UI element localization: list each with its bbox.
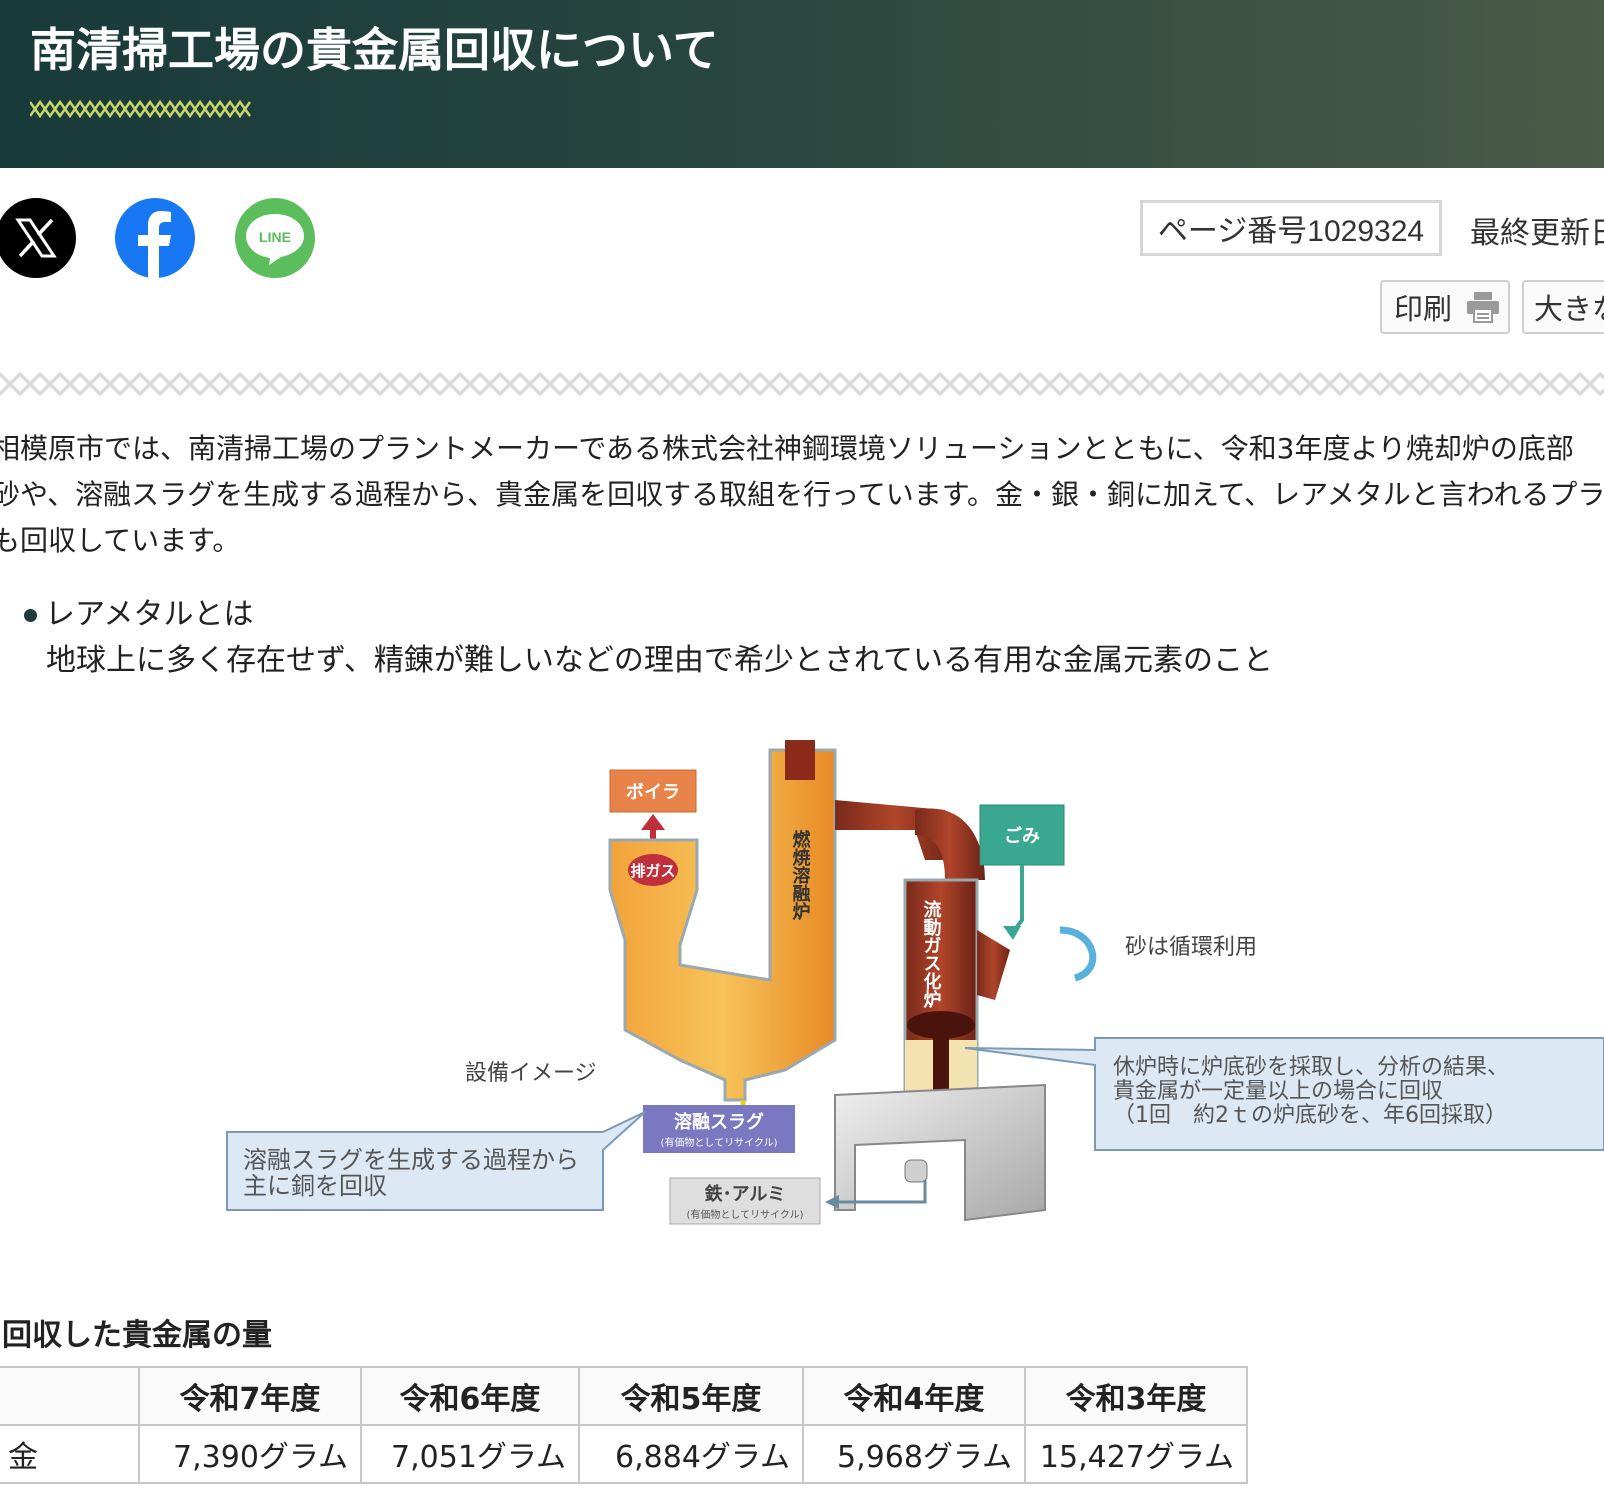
bullet-icon bbox=[24, 609, 37, 622]
exhaust-gas-label: 排ガス bbox=[630, 862, 675, 880]
print-button[interactable]: 印刷 bbox=[1380, 280, 1510, 334]
table-cell: 15,427グラム bbox=[1024, 1424, 1248, 1484]
molten-slag-box: 溶融スラグ (有価物としてリサイクル) bbox=[643, 1105, 795, 1153]
table-cell: 5,968グラム bbox=[802, 1424, 1026, 1484]
sand-recycle-label: 砂は循環利用 bbox=[1125, 935, 1257, 960]
printer-icon bbox=[1467, 292, 1500, 323]
combustion-furnace-label: 燃焼溶融炉 bbox=[790, 829, 811, 921]
table-header-cell: 令和4年度 bbox=[802, 1366, 1026, 1426]
intro-line: 相模原市では、南清掃工場のプラントメーカーである株式会社神鋼環境ソリューションと… bbox=[0, 432, 1574, 465]
table-header-cell: 令和3年度 bbox=[1024, 1366, 1248, 1426]
line-logo-text: LINE bbox=[259, 229, 291, 245]
rare-metal-description: 地球上に多く存在せず、精錬が難しいなどの理由で希少とされている有用な金属元素のこ… bbox=[46, 643, 1273, 678]
table-cell: 6,884グラム bbox=[578, 1424, 804, 1484]
table-header-cell: 令和7年度 bbox=[138, 1366, 362, 1426]
share-facebook-button[interactable] bbox=[115, 198, 195, 278]
table-row: 金 7,390グラム 7,051グラム 6,884グラム 5,968グラム 15… bbox=[0, 1424, 1248, 1484]
left-callout-line-2: 主に銅を回収 bbox=[243, 1172, 387, 1200]
last-updated-label: 最終更新日 bbox=[1470, 216, 1604, 251]
recycle-arrow-icon bbox=[1059, 926, 1097, 982]
boiler-label: ボイラ bbox=[626, 782, 680, 803]
gasification-furnace-label: 流動ガス化炉 bbox=[921, 899, 942, 1009]
intro-paragraph: 相模原市では、南清掃工場のプラントメーカーである株式会社神鋼環境ソリューションと… bbox=[0, 426, 1604, 564]
text-size-button-label: 大きな bbox=[1534, 292, 1604, 326]
text-size-button[interactable]: 大きな bbox=[1522, 280, 1604, 334]
molten-slag-note: (有価物としてリサイクル) bbox=[660, 1136, 777, 1149]
page-title: 南清掃工場の貴金属回収について bbox=[30, 23, 719, 77]
page-header: 南清掃工場の貴金属回収について bbox=[0, 0, 1604, 168]
recovered-amount-title: 回収した貴金属の量 bbox=[2, 1318, 272, 1353]
boiler-box: ボイラ bbox=[609, 769, 697, 813]
table-header-row: 令和7年度 令和6年度 令和5年度 令和4年度 令和3年度 bbox=[0, 1366, 1248, 1426]
intro-line: 砂や、溶融スラグを生成する過程から、貴金属を回収する取組を行っています。金・銀・… bbox=[0, 478, 1604, 511]
right-callout-line-3: （1回 約2ｔの炉底砂を、年6回採取） bbox=[1113, 1103, 1507, 1128]
right-callout-line-2: 貴金属が一定量以上の場合に回収 bbox=[1113, 1079, 1443, 1104]
rare-metal-definition: レアメタルとは 地球上に多く存在せず、精錬が難しいなどの理由で希少とされている有… bbox=[24, 592, 1273, 684]
table-row-label: 金 bbox=[0, 1424, 140, 1484]
line-logo-icon: LINE bbox=[246, 214, 304, 265]
right-callout: 休炉時に炉底砂を採取し、分析の結果、 貴金属が一定量以上の場合に回収 （1回 約… bbox=[964, 1037, 1604, 1151]
left-callout: 溶融スラグを生成する過程から 主に銅を回収 bbox=[226, 1111, 646, 1211]
table-header-cell: 令和6年度 bbox=[360, 1366, 580, 1426]
iron-aluminum-box: 鉄･アルミ (有価物としてリサイクル) bbox=[669, 1177, 821, 1225]
recovered-metals-table: 令和7年度 令和6年度 令和5年度 令和4年度 令和3年度 金 7,390グラム… bbox=[0, 1366, 1248, 1484]
down-arrow-icon bbox=[1003, 926, 1021, 940]
table-header-cell bbox=[0, 1366, 140, 1426]
garbage-box: ごみ bbox=[979, 804, 1065, 866]
equipment-image-label: 設備イメージ bbox=[465, 1061, 597, 1086]
garbage-label: ごみ bbox=[1004, 825, 1040, 847]
x-logo-icon bbox=[15, 218, 57, 258]
table-header-cell: 令和5年度 bbox=[578, 1366, 804, 1426]
share-x-button[interactable] bbox=[0, 198, 76, 278]
section-divider bbox=[0, 370, 1604, 398]
molten-slag-label: 溶融スラグ bbox=[674, 1111, 764, 1133]
print-button-label: 印刷 bbox=[1394, 292, 1453, 326]
facebook-logo-icon bbox=[138, 211, 171, 278]
up-arrow-icon bbox=[641, 814, 665, 830]
left-callout-line-1: 溶融スラグを生成する過程から bbox=[243, 1146, 579, 1174]
iron-aluminum-label: 鉄･アルミ bbox=[705, 1183, 786, 1205]
right-callout-line-1: 休炉時に炉底砂を採取し、分析の結果、 bbox=[1113, 1055, 1509, 1080]
iron-aluminum-note: (有価物としてリサイクル) bbox=[686, 1208, 803, 1221]
gasification-furnace: 流動ガス化炉 bbox=[903, 878, 1010, 1100]
share-line-button[interactable]: LINE bbox=[235, 198, 315, 278]
table-cell: 7,390グラム bbox=[138, 1424, 362, 1484]
left-arrow-icon bbox=[825, 1195, 839, 1209]
intro-line: も回収しています。 bbox=[0, 524, 241, 557]
title-decoration bbox=[30, 99, 252, 119]
facility-diagram: ボイラ 排ガス 燃焼溶融炉 流動ガス化炉 ごみ 砂は循環利用 設備イメージ 溶融… bbox=[226, 740, 1604, 1225]
page-number-badge: ページ番号1029324 bbox=[1140, 200, 1442, 256]
table-cell: 7,051グラム bbox=[360, 1424, 580, 1484]
rare-metal-term: レアメタルとは bbox=[45, 597, 254, 632]
